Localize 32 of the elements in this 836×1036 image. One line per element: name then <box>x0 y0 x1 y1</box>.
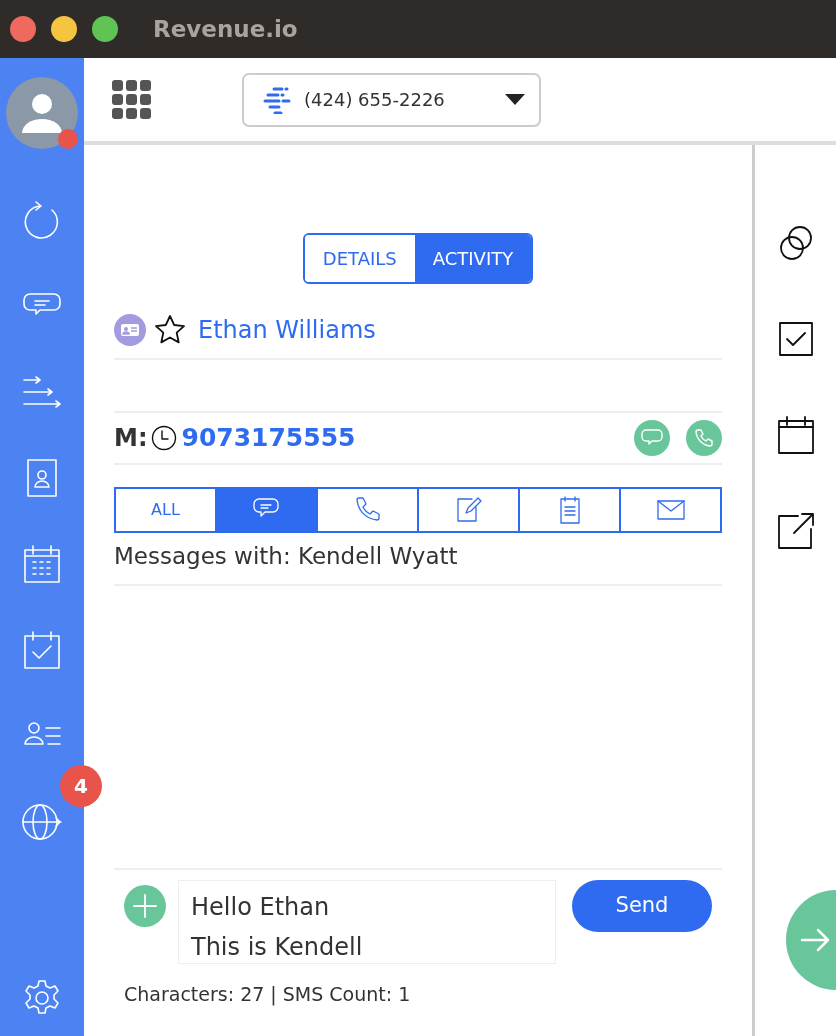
plus-icon <box>132 892 158 919</box>
maximize-window-button[interactable] <box>92 16 118 42</box>
contact-card-icon <box>114 314 146 346</box>
caret-icon <box>505 93 525 106</box>
phone-type-label: M: <box>114 423 148 454</box>
status-dot <box>58 129 78 149</box>
minimize-window-button[interactable] <box>51 16 77 42</box>
call-button[interactable] <box>686 420 722 456</box>
globe-arrow-icon[interactable] <box>22 802 62 842</box>
message-input[interactable]: Hello Ethan This is Kendell <box>178 879 556 964</box>
attach-button[interactable] <box>124 884 166 927</box>
calendar-icon[interactable] <box>775 415 816 455</box>
app-grid-icon[interactable] <box>112 79 152 120</box>
lines-logo-icon <box>262 85 292 114</box>
caller-id-dropdown[interactable]: (424) 655-2226 <box>242 72 541 127</box>
conversation-heading: Messages with: Kendell Wyatt <box>114 543 458 569</box>
phone-number-link[interactable]: 9073175555 <box>181 419 356 457</box>
phone-icon <box>694 428 714 448</box>
clock-icon <box>151 425 178 451</box>
star-icon[interactable] <box>154 314 186 346</box>
close-window-button[interactable] <box>10 16 36 42</box>
contact-name-link[interactable]: Ethan Williams <box>198 312 376 348</box>
tab[interactable]: ACTIVITY <box>414 235 532 282</box>
character-counter: Characters: 27 | SMS Count: 1 <box>124 981 412 1008</box>
checklist-icon[interactable] <box>22 630 62 670</box>
person-silhouette-icon <box>20 91 64 135</box>
window-title: Revenue.io <box>153 14 298 44</box>
external-link-icon[interactable] <box>775 511 816 551</box>
notification-count: 4 <box>60 765 102 807</box>
sms-button[interactable] <box>634 420 670 456</box>
send-button[interactable]: Send <box>572 879 712 932</box>
filter-tab[interactable] <box>215 489 316 531</box>
